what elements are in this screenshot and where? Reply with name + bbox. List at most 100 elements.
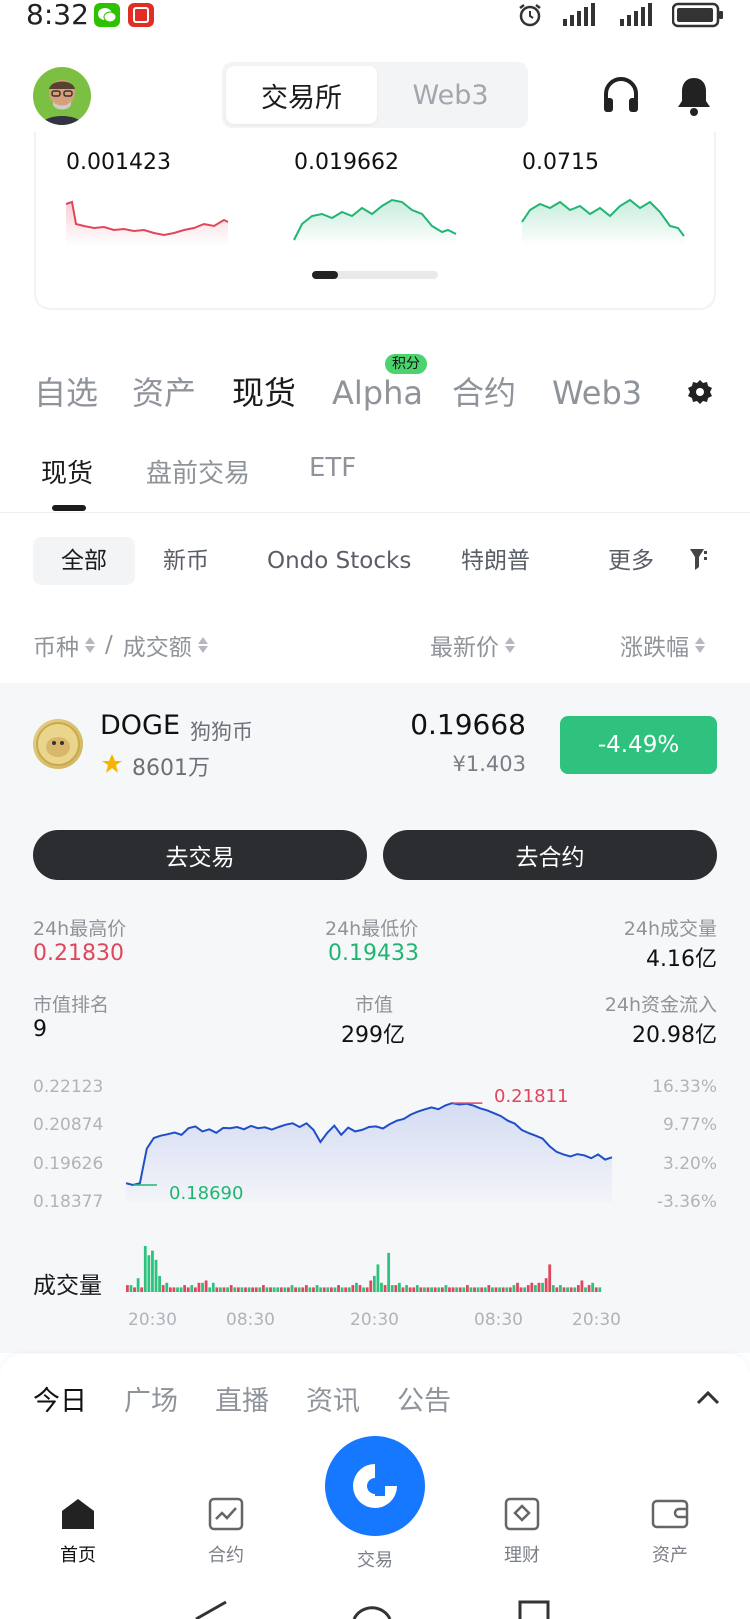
headset-icon[interactable] <box>602 74 640 118</box>
volume-bar <box>236 1287 240 1292</box>
exchange-segment[interactable]: 交易所 <box>226 66 377 124</box>
x-tick: 20:30 <box>572 1310 621 1330</box>
volume-bar <box>476 1287 480 1292</box>
subtab-spot[interactable]: 现货 <box>41 453 93 490</box>
column-price[interactable]: 最新价 <box>430 628 515 662</box>
go-trade-button[interactable]: 去交易 <box>33 830 367 880</box>
exchange-web3-switch: 交易所 Web3 <box>222 62 528 128</box>
stat-low-value: 0.19433 <box>328 941 419 966</box>
go-futures-button[interactable]: 去合约 <box>383 830 717 880</box>
nav-home[interactable]: 首页 <box>28 1497 128 1567</box>
signal-2-icon <box>620 3 652 26</box>
volume-bar <box>480 1287 484 1292</box>
subtab-underline <box>52 505 86 511</box>
price-chart[interactable] <box>0 1070 750 1220</box>
news-tab-square[interactable]: 广场 <box>124 1379 178 1418</box>
volume-bar <box>129 1285 133 1292</box>
star-icon[interactable] <box>100 752 124 780</box>
volume-bar <box>337 1285 340 1292</box>
volume-bar <box>254 1287 258 1292</box>
news-tab-today[interactable]: 今日 <box>33 1379 87 1418</box>
volume-bar <box>165 1282 169 1292</box>
filter-more[interactable]: 更多 <box>608 537 654 585</box>
column-coin-volume[interactable]: 币种 / 成交额 <box>33 628 208 662</box>
filter-all[interactable]: 全部 <box>33 537 135 585</box>
volume-bar <box>444 1285 448 1292</box>
stat-mcap-label: 市值 <box>355 994 394 1016</box>
change-badge[interactable]: -4.49% <box>560 716 717 774</box>
volume-bar <box>573 1287 577 1292</box>
web3-segment[interactable]: Web3 <box>377 66 524 124</box>
tab-watchlist[interactable]: 自选 <box>34 371 98 415</box>
avatar[interactable] <box>33 67 91 125</box>
tab-web3[interactable]: Web3 <box>552 371 642 415</box>
volume-bar <box>362 1287 365 1292</box>
volume-bar <box>519 1287 523 1292</box>
volume-bar <box>151 1250 154 1292</box>
volume-bar <box>229 1285 233 1292</box>
filter-trump[interactable]: 特朗普 <box>461 537 530 585</box>
nav-assets[interactable]: 资产 <box>620 1497 720 1567</box>
volume-bar <box>458 1287 462 1292</box>
x-tick: 20:30 <box>128 1310 177 1330</box>
volume-bar <box>126 1285 129 1292</box>
volume-bar <box>143 1246 147 1292</box>
mini-ticker-value: 0.019662 <box>294 150 399 175</box>
stat-mcap-value: 299亿 <box>341 1023 405 1048</box>
chart-max-label: 0.21811 <box>494 1086 569 1107</box>
volume-bar <box>133 1287 136 1292</box>
volume-bar <box>372 1275 376 1292</box>
filter-ondo[interactable]: Ondo Stocks <box>267 537 411 585</box>
trade-fab[interactable] <box>325 1436 425 1536</box>
volume-bar <box>279 1287 283 1292</box>
subtab-premarket[interactable]: 盘前交易 <box>146 453 250 490</box>
coin-name: 狗狗币 <box>190 720 253 744</box>
news-tab-live[interactable]: 直播 <box>215 1379 269 1418</box>
volume-bar <box>380 1282 383 1292</box>
tab-spot[interactable]: 现货 <box>232 371 296 415</box>
volume-bar <box>201 1282 204 1292</box>
volume-bar <box>526 1285 530 1292</box>
tab-assets[interactable]: 资产 <box>132 371 196 415</box>
volume-bar <box>262 1285 265 1292</box>
back-icon <box>195 1600 227 1619</box>
volume-bar <box>508 1287 512 1292</box>
volume-bar <box>290 1285 294 1292</box>
status-indicators <box>516 2 724 28</box>
filter-icon[interactable] <box>688 547 712 581</box>
filter-new[interactable]: 新币 <box>163 537 209 585</box>
volume-bar <box>544 1278 548 1292</box>
settings-gear-icon[interactable] <box>686 378 714 410</box>
news-tab-news[interactable]: 资讯 <box>306 1379 360 1418</box>
stat-low-label: 24h最低价 <box>325 918 419 940</box>
news-tab-announcements[interactable]: 公告 <box>397 1379 451 1418</box>
volume-bar <box>294 1287 297 1292</box>
volume-bar <box>215 1287 219 1292</box>
chevron-up-icon[interactable] <box>695 1390 721 1410</box>
nav-finance[interactable]: 理财 <box>472 1497 572 1567</box>
volume-bar <box>211 1282 215 1292</box>
doge-logo-icon <box>33 719 83 769</box>
tab-futures[interactable]: 合约 <box>452 371 516 415</box>
volume-bar <box>247 1287 251 1292</box>
column-change[interactable]: 涨跌幅 <box>620 628 705 662</box>
tab-alpha[interactable]: Alpha <box>332 371 423 415</box>
volume-bar <box>548 1264 552 1292</box>
volume-bar <box>430 1287 433 1292</box>
volume-bar <box>347 1287 351 1292</box>
volume-bar <box>158 1275 161 1292</box>
volume-bar <box>161 1285 165 1292</box>
x-tick: 20:30 <box>350 1310 399 1330</box>
battery-icon <box>672 2 723 28</box>
volume-bar <box>369 1280 373 1292</box>
chart-min-label: 0.18690 <box>169 1183 244 1204</box>
volume-bar <box>473 1287 476 1292</box>
nav-futures[interactable]: 合约 <box>176 1497 276 1567</box>
bell-icon[interactable] <box>676 74 714 118</box>
finance-icon <box>504 1497 540 1531</box>
volume-bar <box>415 1285 419 1292</box>
volume-bar <box>140 1287 144 1292</box>
volume-bar <box>301 1287 305 1292</box>
volume-bar <box>390 1285 394 1292</box>
subtab-etf[interactable]: ETF <box>309 453 356 483</box>
